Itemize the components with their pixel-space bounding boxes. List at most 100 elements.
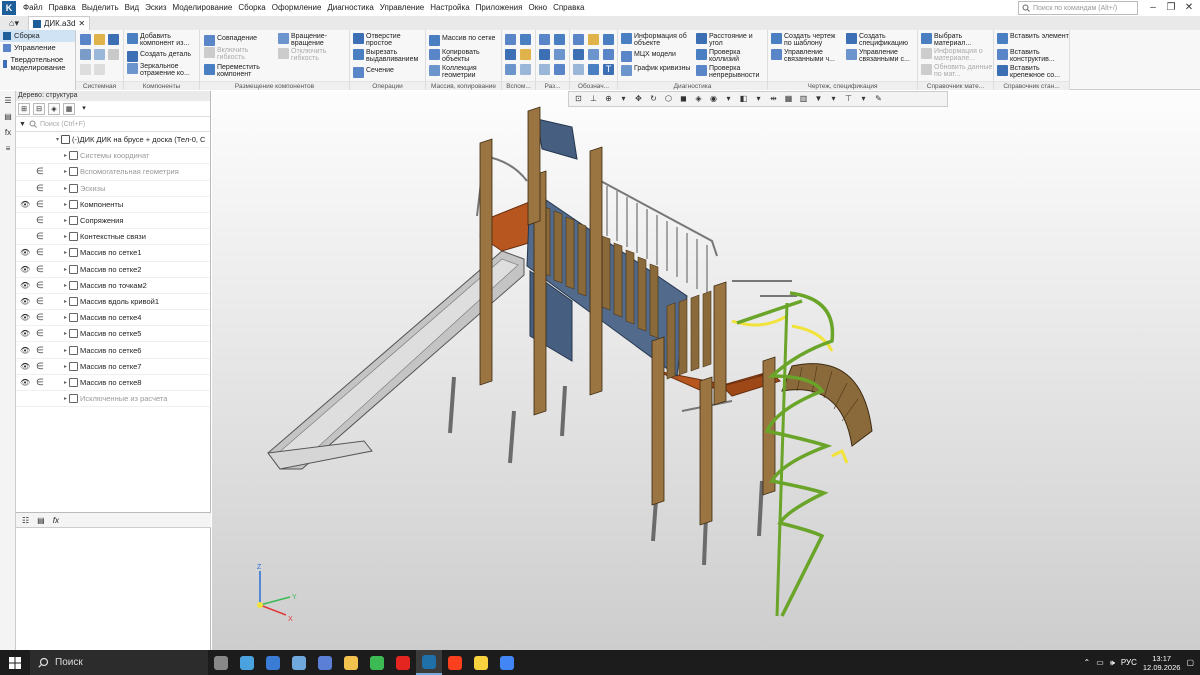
choose-material-button[interactable]: Выбрать материал... [921,33,993,47]
layers-icon[interactable]: ▥ [797,93,810,105]
measure-icon[interactable]: ⇹ [767,93,780,105]
taskbar-search[interactable]: Поиск [30,650,208,675]
copy-objects-button[interactable]: Копировать объекты [429,49,501,63]
height-size-icon[interactable] [539,64,550,75]
new-document-icon[interactable] [80,34,91,45]
move-component-button[interactable]: Переместить компонент [204,64,270,78]
app-kompas-button[interactable] [416,650,442,675]
volume-icon[interactable]: 🕪 [1110,658,1115,668]
expand-arrow-icon[interactable]: ▾ [56,136,59,143]
visibility-icon[interactable]: ◉ [707,93,720,105]
expand-arrow-icon[interactable]: ▸ [64,185,67,192]
geometry-collection-button[interactable]: Коллекция геометрии [429,65,501,79]
normal-to-icon[interactable]: ⊥ [587,93,600,105]
include-in-calc-icon[interactable]: ∈ [36,345,44,356]
tree-row[interactable]: 👁 ∈ ▸ Массив по сетке8 [16,375,210,391]
expand-arrow-icon[interactable]: ▸ [64,363,67,370]
include-in-calc-icon[interactable]: ∈ [36,377,44,388]
curvature-graph-button[interactable]: График кривизны [621,65,693,76]
tree-row[interactable]: 👁 ∈ ▸ Массив по сетке4 [16,310,210,327]
hole-simple-button[interactable]: Отверстие простое [353,33,425,47]
open-icon[interactable] [94,34,105,45]
rotate-icon[interactable]: ↻ [647,93,660,105]
tree-row[interactable]: 👁 ∈ ▸ Массив по сетке7 [16,359,210,375]
print-icon[interactable] [80,49,91,60]
include-in-calc-icon[interactable]: ∈ [36,264,44,275]
expand-arrow-icon[interactable]: ▸ [64,298,67,305]
aux-plane-icon[interactable] [505,34,516,45]
notifications-icon[interactable]: ▢ [1186,658,1194,667]
properties-icon[interactable] [94,49,105,60]
network-icon[interactable]: ▭ [1096,658,1104,667]
expand-arrow-icon[interactable]: ▸ [64,395,67,402]
chevron-down-icon[interactable]: ▾ [78,103,90,115]
expand-arrow-icon[interactable]: ▸ [64,152,67,159]
check-collisions-button[interactable]: Проверка коллизий [696,49,768,63]
tree-root[interactable]: ▾ (-)ДИК ДИК на брусе + доска (Тел-0, С [16,132,210,149]
update-material-button[interactable]: Обновить данные по мат... [921,64,993,78]
leader-icon[interactable] [573,34,584,45]
include-in-calc-icon[interactable]: ∈ [36,247,44,258]
start-button[interactable] [0,650,30,675]
3d-viewport[interactable]: Z Y X ⊡ ⊥ ⊕ ▾ ✥ ↻ ⬡ ◼ ◈ ◉ ▾ ◧ ▾ ⇹ ▦ ▥ ▼ … [212,91,1200,650]
cut-extrude-button[interactable]: Вырезать выдавливанием [353,49,425,63]
clock[interactable]: 13:17 12.09.2026 [1143,654,1181,672]
roughness-icon[interactable] [588,34,599,45]
menu-modeling[interactable]: Моделирование [169,0,235,16]
mcx-button[interactable]: МЦХ модели [621,51,693,62]
tree-row[interactable]: 👁 ∈ ▸ Массив по точкам2 [16,278,210,294]
menu-file[interactable]: Файл [20,0,46,16]
weld-icon[interactable] [603,49,614,60]
visibility-eye-icon[interactable]: 👁 [20,200,30,209]
manage-linked-button[interactable]: Управление связанными ч... [771,49,843,63]
app-yandex-browser-button[interactable] [442,650,468,675]
mark-icon[interactable] [573,64,584,75]
visibility-eye-icon[interactable]: 👁 [20,346,30,355]
aux-curve-icon[interactable] [520,49,531,60]
menu-window[interactable]: Окно [525,0,550,16]
kompas-app-icon[interactable]: K [2,1,16,15]
command-search-input[interactable]: Поиск по командам (Alt+/) [1018,1,1138,15]
orient-icon[interactable]: ⊡ [572,93,585,105]
tree-row[interactable]: 👁 ∈ ▸ Массив по сетке2 [16,262,210,278]
expand-arrow-icon[interactable]: ▸ [64,201,67,208]
grid-array-button[interactable]: Массив по сетке [429,35,501,46]
structure-view-icon[interactable]: ⊞ [18,102,30,115]
app-save-button[interactable] [312,650,338,675]
document-tab[interactable]: ДИК.a3d ✕ [28,16,91,30]
radius-size-icon[interactable] [539,49,550,60]
insert-element-button[interactable]: Вставить элемент [997,33,1069,44]
tree-row[interactable]: ∈ ▸ Эскизы [16,181,210,197]
tree-row[interactable]: 👁 ∈ ▸ Массив вдоль кривой1 [16,294,210,311]
insert-fastener-button[interactable]: Вставить крепежное со... [997,65,1069,79]
tree-row[interactable]: 👁 ∈ ▸ Массив по сетке6 [16,342,210,359]
tree-row[interactable]: 👁 ∈ ▸ Компоненты [16,197,210,213]
insert-construction-button[interactable]: Вставить конструктив... [997,49,1069,63]
include-in-calc-icon[interactable]: ∈ [36,296,44,307]
menu-management[interactable]: Управление [377,0,427,16]
pencil-icon[interactable]: ✎ [872,93,885,105]
visibility-eye-icon[interactable]: 👁 [20,362,30,371]
menu-assembly[interactable]: Сборка [235,0,268,16]
pan-icon[interactable]: ✥ [632,93,645,105]
variables-tab-icon[interactable]: fx [53,516,59,525]
chevron-down-icon[interactable]: ▾ [617,93,630,105]
tree-panel-icon[interactable]: ☰ [1,93,15,107]
app-mail-button[interactable] [286,650,312,675]
linear-size-icon[interactable] [539,34,550,45]
visibility-eye-icon[interactable]: 👁 [20,297,30,306]
properties-tab-icon[interactable]: ▤ [37,516,45,525]
mode-solid-modeling[interactable]: Твердотельное моделирование [0,54,75,74]
chevron-down-icon[interactable]: ▾ [722,93,735,105]
visibility-eye-icon[interactable]: 👁 [20,329,30,338]
manage-linked-spec-button[interactable]: Управление связанными с... [846,49,918,63]
restore-button[interactable]: ❐ [1162,0,1180,16]
save-icon[interactable] [108,34,119,45]
grid-icon[interactable]: ▦ [782,93,795,105]
include-in-calc-icon[interactable]: ∈ [36,361,44,372]
menu-applications[interactable]: Приложения [473,0,526,16]
position-icon[interactable] [588,49,599,60]
tree-row[interactable]: ▸ Системы координат [16,148,210,165]
app-explorer-blue-button[interactable] [234,650,260,675]
coincidence-button[interactable]: Совпадение [204,35,270,46]
